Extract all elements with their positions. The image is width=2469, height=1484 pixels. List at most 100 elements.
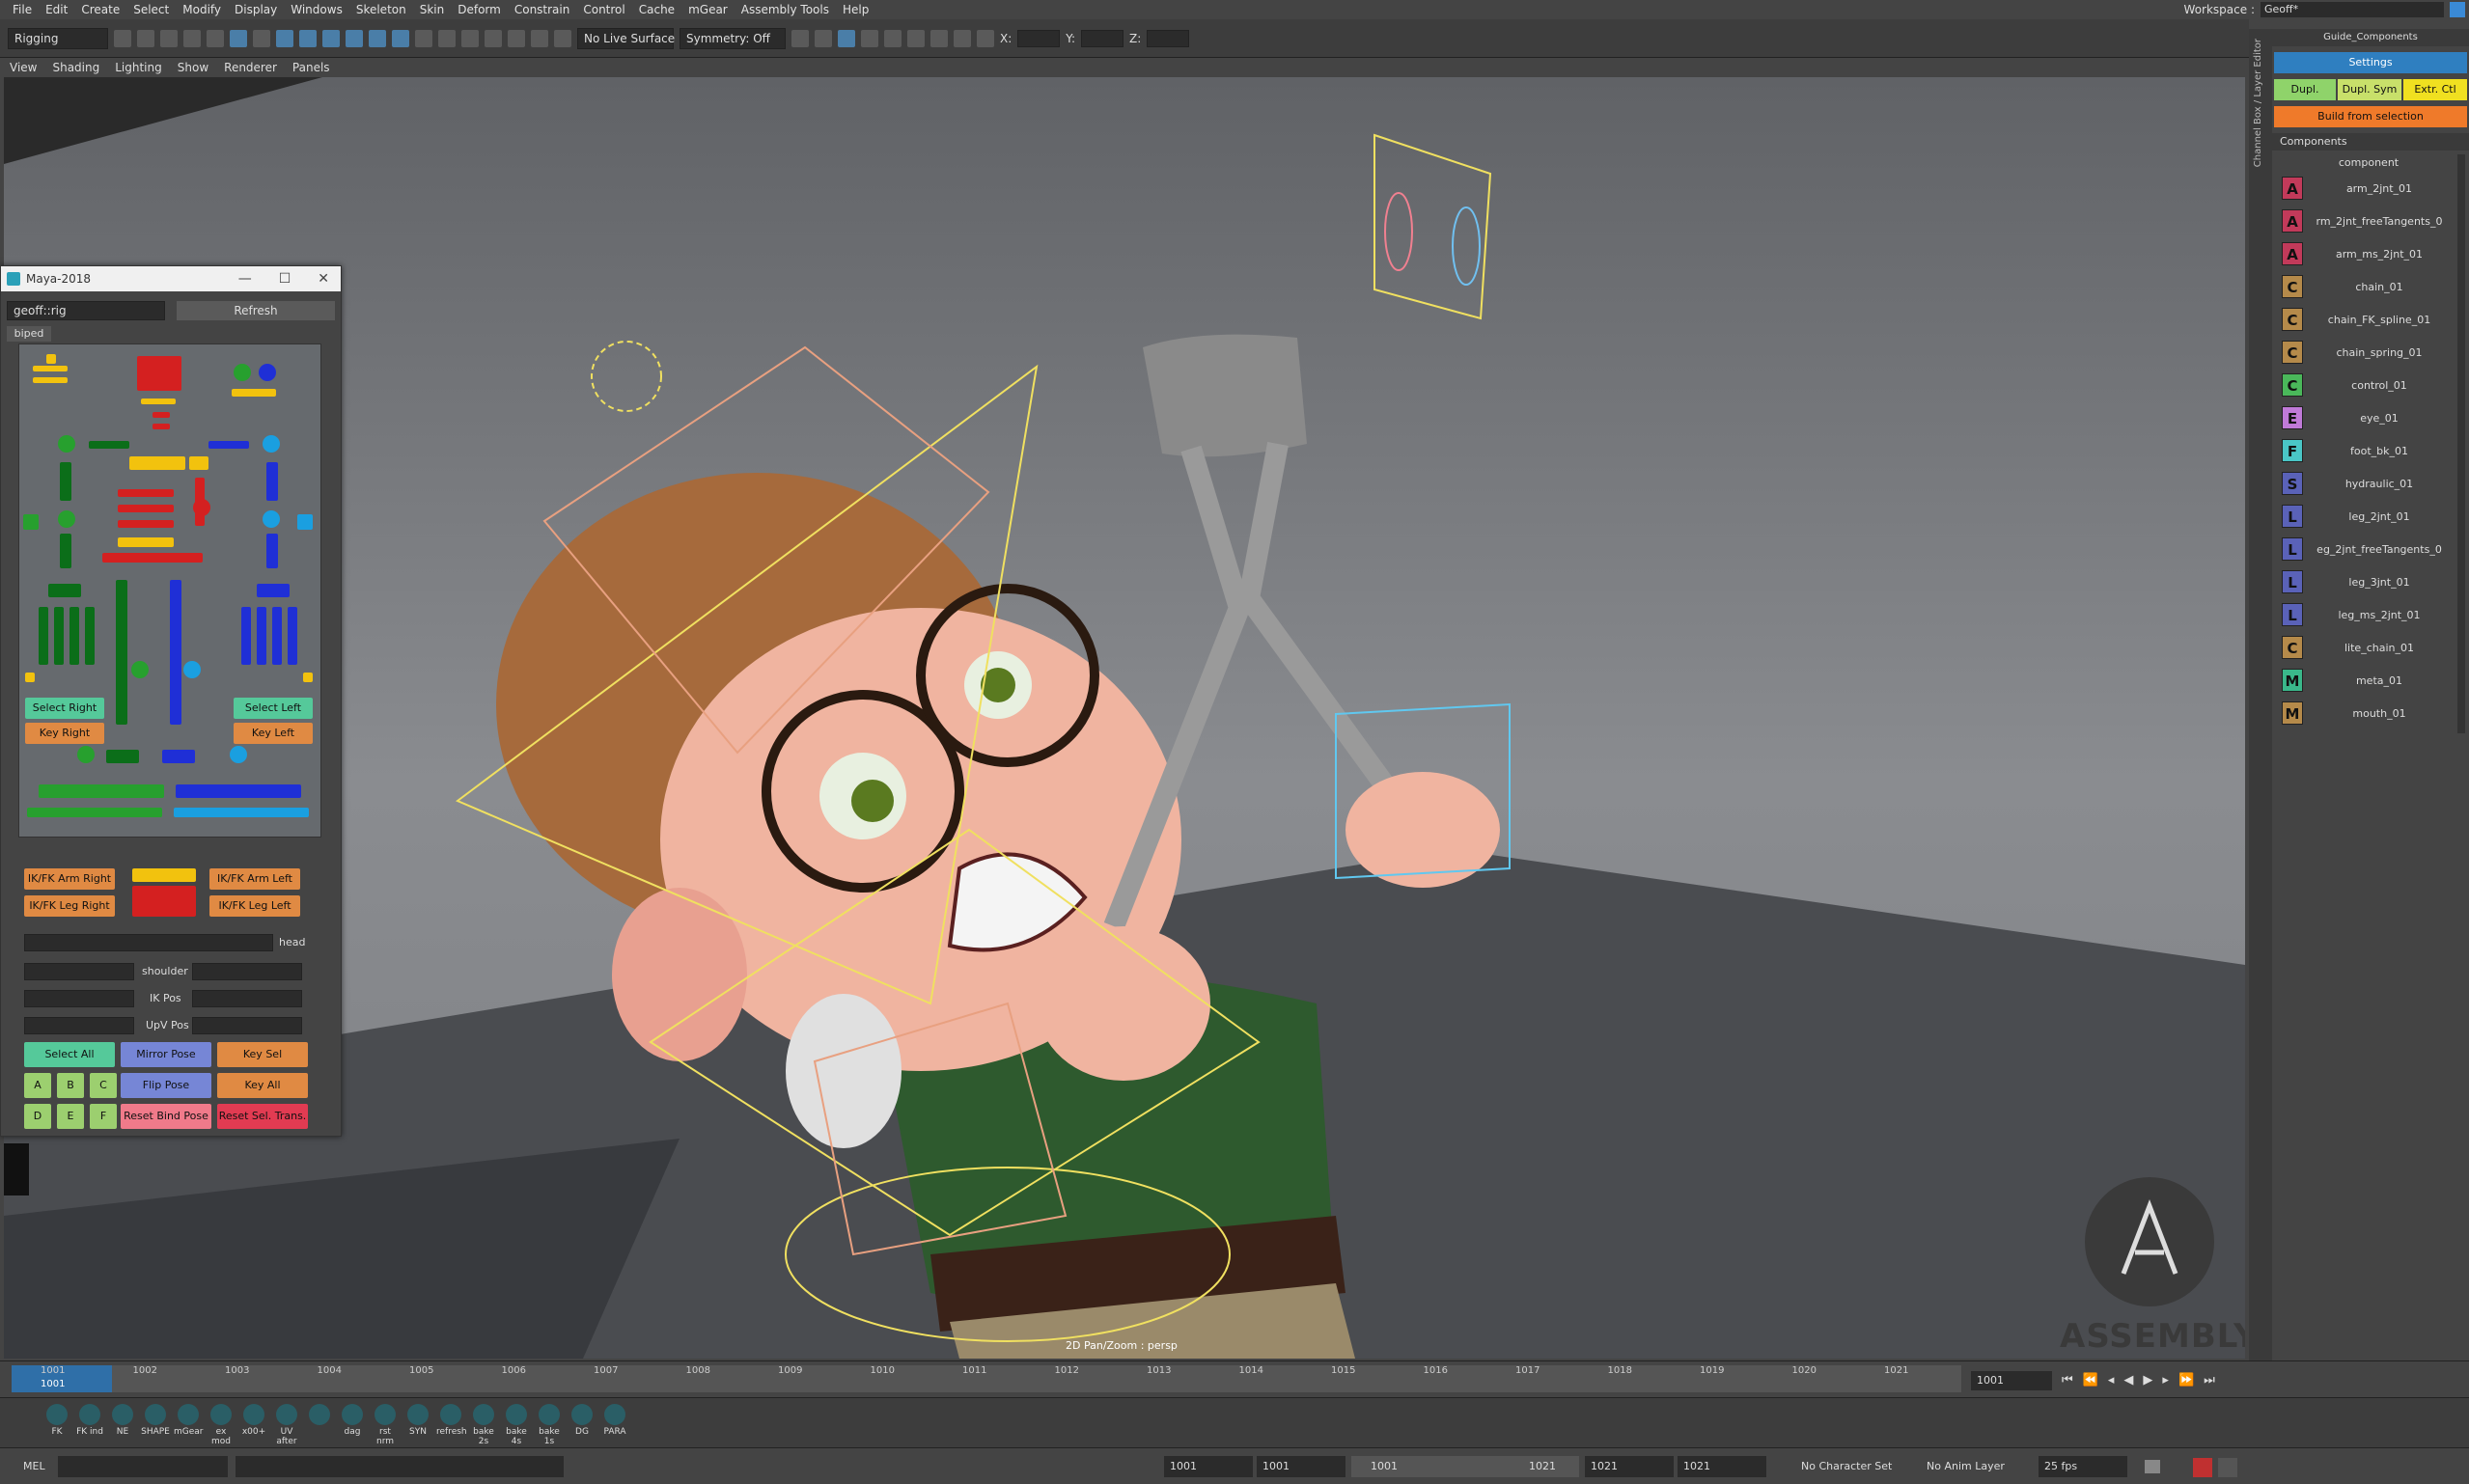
picker-ctl-hips[interactable]: [118, 537, 174, 547]
picker-ctl-hand-l[interactable]: [257, 584, 290, 597]
reset-sel-trans-button[interactable]: Reset Sel. Trans.: [217, 1104, 308, 1129]
picker-ctl-forearm-l[interactable]: [266, 534, 278, 568]
upv-pos-dropdown-r[interactable]: [24, 1017, 134, 1034]
picker-ctl-fingers-l-2[interactable]: [257, 607, 266, 665]
shelf-button[interactable]: NE: [108, 1404, 137, 1437]
component-item[interactable]: Cchain_FK_spline_01: [2282, 305, 2455, 334]
menu-help[interactable]: Help: [836, 3, 875, 16]
extr-ctl-button[interactable]: Extr. Ctl: [2403, 79, 2467, 100]
maximize-icon[interactable]: ☐: [279, 271, 291, 287]
picker-ctl-arm-ik-r[interactable]: [23, 514, 39, 530]
menu-modify[interactable]: Modify: [176, 3, 228, 16]
picker-ctl-fingers-r[interactable]: [39, 607, 48, 665]
key-left-button[interactable]: Key Left: [234, 723, 313, 744]
play-back-icon[interactable]: ◀: [2123, 1373, 2133, 1388]
ik-pos-dropdown-r[interactable]: [24, 990, 134, 1007]
menu-select[interactable]: Select: [126, 3, 176, 16]
lasso-icon[interactable]: [253, 29, 270, 47]
mel-label[interactable]: MEL: [23, 1460, 45, 1472]
shelf-button[interactable]: [305, 1404, 334, 1427]
snap-point-icon[interactable]: [322, 29, 340, 47]
picker-ctl-upperarm-r[interactable]: [60, 462, 71, 501]
menu-skeleton[interactable]: Skeleton: [349, 3, 413, 16]
magnet-icon-1[interactable]: [461, 29, 479, 47]
picker-ctl-neck[interactable]: [141, 398, 176, 404]
shelf-button[interactable]: bake 4s: [502, 1404, 531, 1446]
menu-create[interactable]: Create: [74, 3, 126, 16]
picker-ctl-spine-1[interactable]: [153, 412, 170, 418]
shelf-button[interactable]: x00+: [239, 1404, 268, 1437]
shelf-button[interactable]: bake 1s: [535, 1404, 564, 1446]
component-item[interactable]: Shydraulic_01: [2282, 469, 2455, 498]
menuset-dropdown[interactable]: Rigging: [8, 27, 108, 49]
components-scrollbar[interactable]: [2457, 154, 2465, 733]
anim-layer-dropdown[interactable]: No Anim Layer: [1921, 1456, 2027, 1477]
new-scene-icon[interactable]: [114, 29, 131, 47]
ikfk-leg-right-button[interactable]: IK/FK Leg Right: [24, 895, 115, 917]
picker-ctl-head[interactable]: [137, 356, 181, 391]
component-item[interactable]: Eeye_01: [2282, 403, 2455, 432]
upv-pos-dropdown-l[interactable]: [192, 1017, 302, 1034]
picker-ctl-elbow-l[interactable]: [263, 510, 280, 528]
symmetry-dropdown[interactable]: Symmetry: Off: [680, 27, 786, 49]
magnet-icon-2[interactable]: [485, 29, 502, 47]
snap-curve-icon[interactable]: [299, 29, 317, 47]
fps-dropdown[interactable]: 25 fps: [2039, 1456, 2127, 1477]
picker-ctl-eye-r[interactable]: [234, 364, 251, 381]
pause-icon[interactable]: [954, 29, 971, 47]
y-field[interactable]: [1081, 29, 1124, 47]
component-item[interactable]: Lleg_2jnt_01: [2282, 502, 2455, 531]
picker-ctl-heel-l[interactable]: [230, 746, 247, 763]
space-switch-head-dropdown[interactable]: [24, 934, 273, 951]
picker-ctl-global[interactable]: [33, 366, 68, 371]
shoulder-dropdown-l[interactable]: [192, 963, 302, 980]
picker-ctl-spine-4[interactable]: [118, 505, 174, 512]
close-icon[interactable]: ✕: [318, 271, 329, 287]
panel-menu-shading[interactable]: Shading: [52, 61, 99, 74]
start-time-field[interactable]: 1001: [1164, 1456, 1253, 1477]
shelf-button[interactable]: FK: [42, 1404, 71, 1437]
shelf-button[interactable]: rst nrm: [371, 1404, 400, 1446]
live-surface-field[interactable]: No Live Surface: [577, 27, 675, 49]
construction-icon[interactable]: [438, 29, 456, 47]
select-right-button[interactable]: Select Right: [25, 698, 104, 719]
pose-d-button[interactable]: D: [24, 1104, 51, 1129]
picker-ctl-knee-l[interactable]: [183, 661, 201, 678]
snap-surface-icon[interactable]: [369, 29, 386, 47]
picker-ctl-toes-l[interactable]: [176, 784, 301, 798]
component-item[interactable]: Aarm_ms_2jnt_01: [2282, 239, 2455, 268]
component-item[interactable]: Lleg_ms_2jnt_01: [2282, 600, 2455, 629]
step-forward-key-icon[interactable]: ⏩: [2178, 1373, 2194, 1388]
save-scene-icon[interactable]: [160, 29, 178, 47]
picker-ctl-toes-r[interactable]: [39, 784, 164, 798]
picker-ctl-shoulder-l[interactable]: [263, 435, 280, 453]
picker-titlebar[interactable]: Maya-2018 — ☐ ✕: [1, 266, 341, 291]
pose-a-button[interactable]: A: [24, 1073, 51, 1098]
picker-ctl-foot-roll-l[interactable]: [174, 808, 309, 817]
current-frame-field[interactable]: 1001: [1971, 1371, 2052, 1390]
picker-ctl-shoulder-r[interactable]: [58, 435, 75, 453]
render-current-icon[interactable]: [884, 29, 902, 47]
render-icon-1[interactable]: [791, 29, 809, 47]
shelf-button[interactable]: refresh: [436, 1404, 467, 1437]
picker-ctl-chest[interactable]: [129, 456, 185, 470]
snap-grid-icon[interactable]: [276, 29, 293, 47]
panel-menu-show[interactable]: Show: [178, 61, 208, 74]
picker-ctl-world[interactable]: [46, 354, 56, 364]
settings-button[interactable]: Settings: [2274, 52, 2467, 73]
range-slider[interactable]: 1001 1021: [1351, 1456, 1579, 1477]
picker-ctl-fingers-r-4[interactable]: [85, 607, 95, 665]
picker-ctl-fingers-r-2[interactable]: [54, 607, 64, 665]
magnet-icon-4[interactable]: [531, 29, 548, 47]
loop-icon[interactable]: [2145, 1460, 2160, 1473]
picker-ctl-eyes[interactable]: [232, 389, 276, 397]
component-item[interactable]: Lleg_3jnt_01: [2282, 567, 2455, 596]
picker-ctl-knee-r[interactable]: [131, 661, 149, 678]
x-field[interactable]: [1017, 29, 1061, 47]
redo-icon[interactable]: [207, 29, 224, 47]
ikfk-leg-left-button[interactable]: IK/FK Leg Left: [209, 895, 300, 917]
picker-ctl-heel-r[interactable]: [77, 746, 95, 763]
pose-c-button[interactable]: C: [90, 1073, 117, 1098]
picker-ctl-finger-tip-l[interactable]: [303, 673, 313, 682]
undo-icon[interactable]: [183, 29, 201, 47]
